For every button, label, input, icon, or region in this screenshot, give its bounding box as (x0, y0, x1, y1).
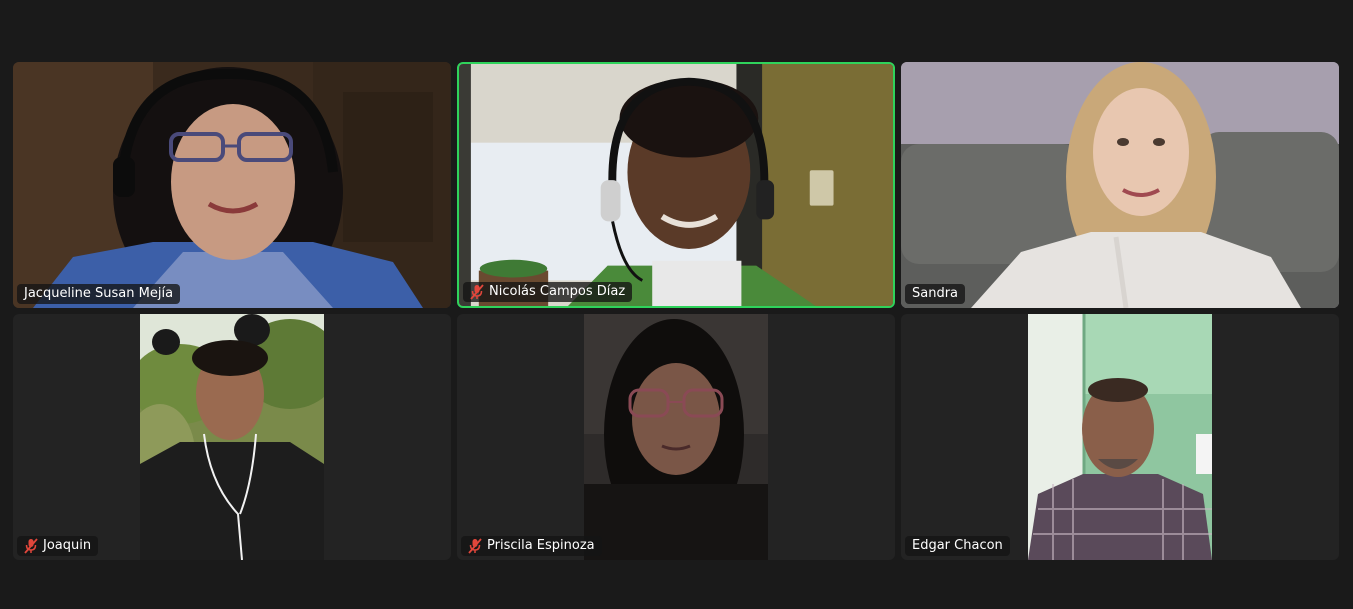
participant-tile-priscila[interactable]: Priscila Espinoza (457, 314, 895, 560)
participant-tile-joaquin[interactable]: Joaquin (13, 314, 451, 560)
gallery-view: Jacqueline Susan Mejía Nicolás Campos Dí… (0, 0, 1353, 609)
participant-name: Sandra (912, 286, 959, 301)
participant-name: Nicolás Campos Díaz (489, 284, 626, 299)
participant-name: Edgar Chacon (912, 538, 1003, 553)
participant-name-tag: Sandra (905, 284, 966, 304)
participant-video (584, 314, 768, 560)
participant-video (459, 64, 893, 306)
participant-video (901, 62, 1339, 308)
muted-mic-icon (468, 538, 482, 554)
participant-name: Priscila Espinoza (487, 538, 595, 553)
participant-video (140, 314, 324, 560)
participant-name: Jacqueline Susan Mejía (24, 286, 174, 301)
muted-mic-icon (470, 284, 484, 300)
participant-name-tag: Priscila Espinoza (461, 536, 602, 556)
muted-mic-icon (24, 538, 38, 554)
participant-tile-nicolas[interactable]: Nicolás Campos Díaz (457, 62, 895, 308)
participant-name-tag: Edgar Chacon (905, 536, 1010, 556)
participant-name-tag: Joaquin (17, 536, 99, 556)
participant-video (1028, 314, 1212, 560)
participant-tile-jacqueline[interactable]: Jacqueline Susan Mejía (13, 62, 451, 308)
participant-name-tag: Nicolás Campos Díaz (463, 282, 633, 302)
participant-video (13, 62, 451, 308)
participant-name-tag: Jacqueline Susan Mejía (17, 284, 181, 304)
participant-tile-edgar[interactable]: Edgar Chacon (901, 314, 1339, 560)
participant-name: Joaquin (43, 538, 92, 553)
participant-tile-sandra[interactable]: Sandra (901, 62, 1339, 308)
